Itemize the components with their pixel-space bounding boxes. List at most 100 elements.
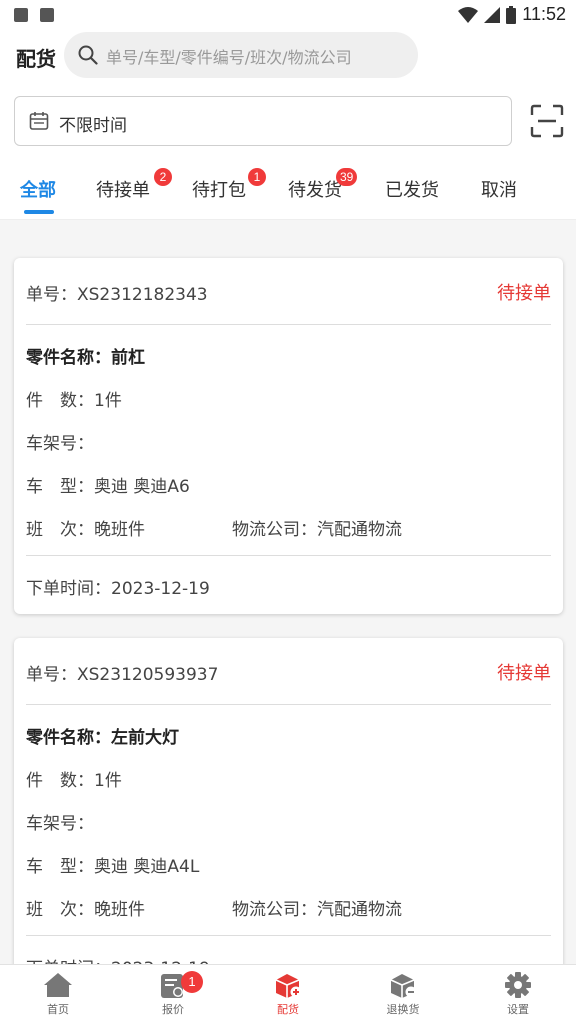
part-name-value: 左前大灯 <box>111 728 179 748</box>
nav-label: 退换货 <box>386 1003 420 1016</box>
logistics-value: 汽配通物流 <box>317 520 402 540</box>
nav-badge: 1 <box>181 971 203 993</box>
nav-label: 首页 <box>47 1003 69 1016</box>
home-icon <box>44 973 72 997</box>
quantity: 件 数：1件 <box>26 766 122 791</box>
tab-badge: 2 <box>154 168 172 186</box>
quantity-value: 1件 <box>94 771 122 791</box>
order-number: 单号：XS2312182343 <box>26 280 208 305</box>
scan-icon[interactable] <box>530 104 564 138</box>
tab-label: 已发货 <box>385 180 439 201</box>
divider <box>26 555 551 556</box>
quantity: 件 数：1件 <box>26 386 122 411</box>
part-name-label: 零件名称： <box>26 348 111 368</box>
logistics-company: 物流公司：汽配通物流 <box>232 895 402 920</box>
date-filter-button[interactable]: 不限时间 <box>14 96 512 146</box>
tab-label: 待发货 <box>288 180 342 201</box>
tab-badge: 1 <box>248 168 266 186</box>
battery-icon <box>506 5 517 24</box>
header: 配货 单号/车型/零件编号/班次/物流公司 <box>0 32 576 82</box>
vin-label: 车架号： <box>26 814 94 834</box>
tab-pending-pack[interactable]: 待打包 1 <box>192 168 266 202</box>
tab-pending-ship[interactable]: 待发货 39 <box>288 168 358 202</box>
order-number-value: XS23120593937 <box>77 665 219 685</box>
order-time-label: 下单时间： <box>26 579 111 599</box>
date-filter-label: 不限时间 <box>59 116 127 136</box>
model-value: 奥迪 奥迪A4L <box>94 857 200 877</box>
logistics-value: 汽配通物流 <box>317 900 402 920</box>
shift-value: 晚班件 <box>94 520 145 540</box>
tab-shipped[interactable]: 已发货 <box>385 176 439 202</box>
order-number: 单号：XS23120593937 <box>26 660 218 685</box>
delivery-icon <box>275 974 302 998</box>
model-label: 车 型： <box>26 857 94 877</box>
model-label: 车 型： <box>26 477 94 497</box>
quantity-label: 件 数： <box>26 391 94 411</box>
tab-all[interactable]: 全部 <box>20 176 56 202</box>
order-card[interactable]: 单号：XS23120593937 待接单 零件名称：左前大灯 件 数：1件 车架… <box>14 638 563 979</box>
return-icon <box>390 974 417 998</box>
notification-icons <box>14 8 54 22</box>
nav-settings[interactable]: 设置 <box>478 971 558 1017</box>
tab-label: 待打包 <box>192 180 246 201</box>
shift: 班 次：晚班件 <box>26 895 145 920</box>
vehicle-model: 车 型：奥迪 奥迪A6 <box>26 472 190 497</box>
nav-label: 报价 <box>162 1003 184 1016</box>
order-status: 待接单 <box>497 283 551 304</box>
filter-row: 不限时间 <box>0 82 576 160</box>
shift-label: 班 次： <box>26 520 94 540</box>
order-time-value: 2023-12-19 <box>111 579 210 599</box>
clock: 11:52 <box>522 4 566 24</box>
page-title: 配货 <box>16 47 56 71</box>
vehicle-model: 车 型：奥迪 奥迪A4L <box>26 852 199 877</box>
nav-return[interactable]: 退换货 <box>363 971 443 1017</box>
nav-label: 设置 <box>507 1003 529 1016</box>
logistics-label: 物流公司： <box>232 900 317 920</box>
order-card[interactable]: 单号：XS2312182343 待接单 零件名称：前杠 件 数：1件 车架号： … <box>14 258 563 614</box>
nav-delivery[interactable]: 配货 <box>248 971 328 1017</box>
divider <box>26 704 551 705</box>
image-notification-icon <box>14 8 28 22</box>
order-number-label: 单号： <box>26 285 77 305</box>
search-input[interactable]: 单号/车型/零件编号/班次/物流公司 <box>64 32 418 78</box>
tab-label: 全部 <box>20 180 56 201</box>
tab-label: 待接单 <box>96 180 150 201</box>
active-tab-indicator <box>24 210 54 214</box>
part-name: 零件名称：左前大灯 <box>26 723 179 748</box>
gear-icon <box>505 972 531 998</box>
app-notification-icon <box>40 8 54 22</box>
shift-value: 晚班件 <box>94 900 145 920</box>
part-name: 零件名称：前杠 <box>26 343 145 368</box>
vin: 车架号： <box>26 429 94 454</box>
status-bar: 11:52 <box>0 0 576 32</box>
divider <box>26 935 551 936</box>
signal-icon <box>484 6 501 23</box>
tab-cancelled[interactable]: 取消 <box>481 176 517 202</box>
calendar-icon <box>29 112 49 130</box>
quantity-value: 1件 <box>94 391 122 411</box>
nav-label: 配货 <box>277 1003 299 1016</box>
wifi-icon <box>458 6 479 23</box>
tab-label: 取消 <box>481 180 517 201</box>
model-value: 奥迪 奥迪A6 <box>94 477 190 497</box>
bottom-nav: 首页 1 报价 配货 退换货 设置 <box>0 964 576 1024</box>
vin-label: 车架号： <box>26 434 94 454</box>
nav-home[interactable]: 首页 <box>18 971 98 1017</box>
quantity-label: 件 数： <box>26 771 94 791</box>
logistics-company: 物流公司：汽配通物流 <box>232 515 402 540</box>
logistics-label: 物流公司： <box>232 520 317 540</box>
order-number-value: XS2312182343 <box>77 285 208 305</box>
divider <box>26 324 551 325</box>
status-tabs: 全部 待接单 2 待打包 1 待发货 39 已发货 取消 <box>0 160 576 220</box>
nav-quote[interactable]: 1 报价 <box>133 971 213 1017</box>
part-name-value: 前杠 <box>111 348 145 368</box>
search-icon <box>78 45 98 65</box>
tab-badge: 39 <box>336 168 358 186</box>
vin: 车架号： <box>26 809 94 834</box>
part-name-label: 零件名称： <box>26 728 111 748</box>
tab-pending-accept[interactable]: 待接单 2 <box>96 168 172 202</box>
order-time: 下单时间：2023-12-19 <box>26 574 210 599</box>
order-number-label: 单号： <box>26 665 77 685</box>
shift: 班 次：晚班件 <box>26 515 145 540</box>
search-placeholder: 单号/车型/零件编号/班次/物流公司 <box>106 48 352 67</box>
